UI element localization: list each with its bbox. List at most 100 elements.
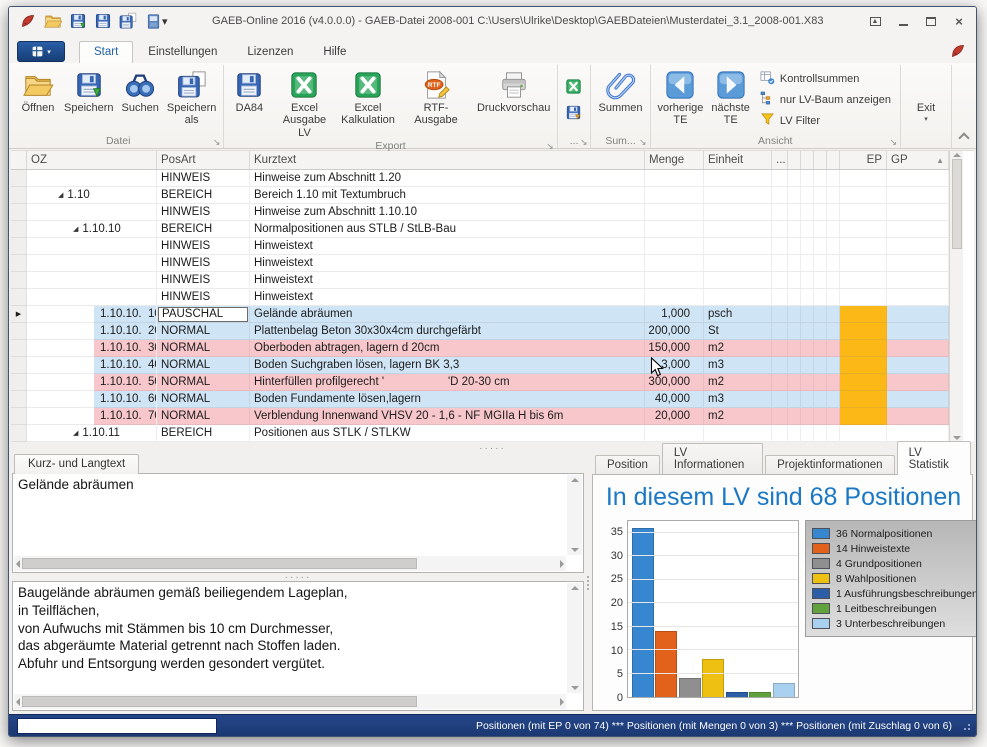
notebook-icon[interactable]	[144, 12, 162, 30]
kurztext-content[interactable]: Gelände abräumen	[18, 476, 564, 554]
tab-lv-informationen[interactable]: LV Informationen	[662, 443, 763, 475]
kurztext-box[interactable]: Gelände abräumen	[12, 473, 584, 573]
save-green-icon[interactable]	[69, 12, 87, 30]
table-row[interactable]: 1.10.10. 20NORMALPlattenbelag Beton 30x3…	[11, 323, 949, 340]
sort-ascending-icon[interactable]: ▲	[936, 156, 944, 165]
table-row[interactable]: HINWEISHinweistext	[11, 255, 949, 272]
da84-button[interactable]: DA84	[227, 67, 271, 140]
horizontal-splitter[interactable]: ·····	[9, 442, 976, 454]
app-logo-icon[interactable]	[19, 12, 37, 30]
excel-button[interactable]: Excel Ausgabe LV	[271, 67, 337, 140]
table-row[interactable]: ◢1.10.10BEREICHNormalpositionen aus STLB…	[11, 221, 949, 238]
vertical-splitter[interactable]	[584, 454, 592, 711]
resize-grip-icon[interactable]	[962, 722, 970, 730]
tree-expander-icon[interactable]: ◢	[58, 191, 63, 199]
small-button-excel-small[interactable]	[564, 76, 584, 96]
application-menu-button[interactable]: ▾	[17, 41, 65, 62]
druckvorschau-button[interactable]: Druckvorschau	[474, 67, 554, 140]
table-row[interactable]: 1.10.10. 70NORMALVerblendung Innenwand V…	[11, 408, 949, 425]
table-row[interactable]: ◢1.10BEREICHBereich 1.10 mit Textumbruch	[11, 187, 949, 204]
excel-button[interactable]: Excel Kalkulation	[338, 67, 399, 140]
column-header-gp[interactable]: GP▲	[887, 151, 949, 169]
tree-expander-icon[interactable]: ◢	[73, 225, 78, 233]
column-header-posart[interactable]: PosArt	[157, 151, 250, 169]
column-header-c2[interactable]	[801, 151, 814, 169]
cell-dots	[772, 374, 788, 391]
save-as-icon[interactable]	[119, 12, 137, 30]
column-header-ind[interactable]	[11, 151, 27, 169]
scroll-down-icon[interactable]	[953, 436, 961, 440]
floppy-icon[interactable]	[94, 12, 112, 30]
summen-button[interactable]: Summen	[594, 67, 646, 133]
tree-expander-icon[interactable]: ◢	[73, 429, 78, 437]
vorherige-button[interactable]: vorherige TE	[654, 67, 708, 133]
rtf-ausgabe-button[interactable]: RTFRTF-Ausgabe	[398, 67, 473, 140]
column-header-einheit[interactable]: Einheit	[704, 151, 772, 169]
speichern-button[interactable]: Speichern	[60, 67, 118, 133]
speichern-button[interactable]: Speichern als	[163, 67, 221, 133]
lv-filter-toggle[interactable]: LV Filter	[760, 112, 891, 130]
kurztext-hscrollbar[interactable]	[14, 556, 566, 571]
dialog-launcher-icon[interactable]: ↘	[639, 138, 647, 147]
table-row[interactable]: 1.10.10. 50NORMALHinterfüllen profilgere…	[11, 374, 949, 391]
tab-einstellungen[interactable]: Einstellungen	[133, 41, 232, 63]
table-row[interactable]: HINWEISHinweise zum Abschnitt 1.20	[11, 170, 949, 187]
column-header-c1[interactable]	[788, 151, 801, 169]
öffnen-button[interactable]: Öffnen	[16, 67, 60, 133]
table-row[interactable]: ◢1.10.11BEREICHPositionen aus STLK / STL…	[11, 425, 949, 442]
column-header-dots[interactable]: ...	[772, 151, 788, 169]
langtext-box[interactable]: Baugelände abräumen gemäß beiliegendem L…	[12, 581, 584, 711]
status-input[interactable]	[17, 718, 217, 734]
langtext-vscrollbar[interactable]	[567, 583, 582, 693]
cell-c4	[827, 340, 840, 357]
langtext-content[interactable]: Baugelände abräumen gemäß beiliegendem L…	[18, 584, 564, 692]
nur-lv-baum-anzeigen-toggle[interactable]: nur LV-Baum anzeigen	[760, 91, 891, 109]
kontrollsummen-toggle[interactable]: Kontrollsummen	[760, 70, 891, 88]
small-button-floppy-small[interactable]	[564, 102, 584, 122]
folder-open-icon[interactable]	[44, 12, 62, 30]
tab-projektinformationen[interactable]: Projektinformationen	[765, 455, 894, 475]
grid-vertical-scrollbar[interactable]	[949, 151, 963, 442]
cell-einheit	[704, 425, 772, 442]
column-header-oz[interactable]: OZ	[27, 151, 157, 169]
app-help-icon[interactable]	[950, 43, 966, 59]
table-row[interactable]: 1.10.10. 60NORMALBoden Fundamente lösen,…	[11, 391, 949, 408]
posart-editor[interactable]: PAUSCHAL	[158, 307, 248, 322]
column-header-c3[interactable]	[814, 151, 827, 169]
suchen-button[interactable]: Suchen	[118, 67, 163, 133]
toggle-window-button[interactable]: ▲	[868, 14, 882, 28]
tab-lizenzen[interactable]: Lizenzen	[232, 41, 308, 63]
scroll-up-icon[interactable]	[953, 153, 961, 157]
tab-kurz-und-langtext[interactable]: Kurz- und Langtext	[14, 454, 139, 474]
kurztext-vscrollbar[interactable]	[567, 475, 582, 555]
collapse-ribbon-icon[interactable]	[958, 132, 969, 143]
table-row[interactable]: HINWEISHinweise zum Abschnitt 1.10.10	[11, 204, 949, 221]
dialog-launcher-icon[interactable]: ↘	[213, 138, 221, 147]
table-row[interactable]: 1.10.10. 40NORMALBoden Suchgraben lösen,…	[11, 357, 949, 374]
table-row-selected[interactable]: ▶1.10.10. 10PAUSCHALGelände abräumen1,00…	[11, 306, 949, 323]
tab-hilfe[interactable]: Hilfe	[308, 41, 361, 63]
table-row[interactable]: HINWEISHinweistext	[11, 289, 949, 306]
column-header-kurztext[interactable]: Kurztext	[250, 151, 645, 169]
nächste-button[interactable]: nächste TE	[707, 67, 754, 133]
table-row[interactable]: HINWEISHinweistext	[11, 272, 949, 289]
tab-start[interactable]: Start	[79, 41, 133, 63]
column-header-c4[interactable]	[827, 151, 840, 169]
scrollbar-thumb[interactable]	[952, 159, 962, 249]
table-row[interactable]: HINWEISHinweistext	[11, 238, 949, 255]
cell-menge	[645, 204, 704, 221]
tab-position[interactable]: Position	[595, 455, 660, 475]
minimize-button[interactable]	[896, 14, 910, 28]
dialog-launcher-icon[interactable]: ↘	[889, 138, 897, 147]
dialog-launcher-icon[interactable]: ↘	[546, 142, 554, 151]
cell-einheit: m2	[704, 408, 772, 425]
close-button[interactable]: ×	[952, 14, 966, 28]
exit-button[interactable]: Exit▾	[904, 67, 948, 133]
maximize-button[interactable]	[924, 14, 938, 28]
table-row[interactable]: 1.10.10. 30NORMALOberboden abtragen, lag…	[11, 340, 949, 357]
column-header-ep[interactable]: EP	[840, 151, 887, 169]
dialog-launcher-icon[interactable]: ↘	[580, 138, 588, 147]
tab-lv-statistik[interactable]: LV Statistik	[897, 441, 971, 475]
langtext-hscrollbar[interactable]	[14, 694, 566, 709]
column-header-menge[interactable]: Menge	[645, 151, 704, 169]
